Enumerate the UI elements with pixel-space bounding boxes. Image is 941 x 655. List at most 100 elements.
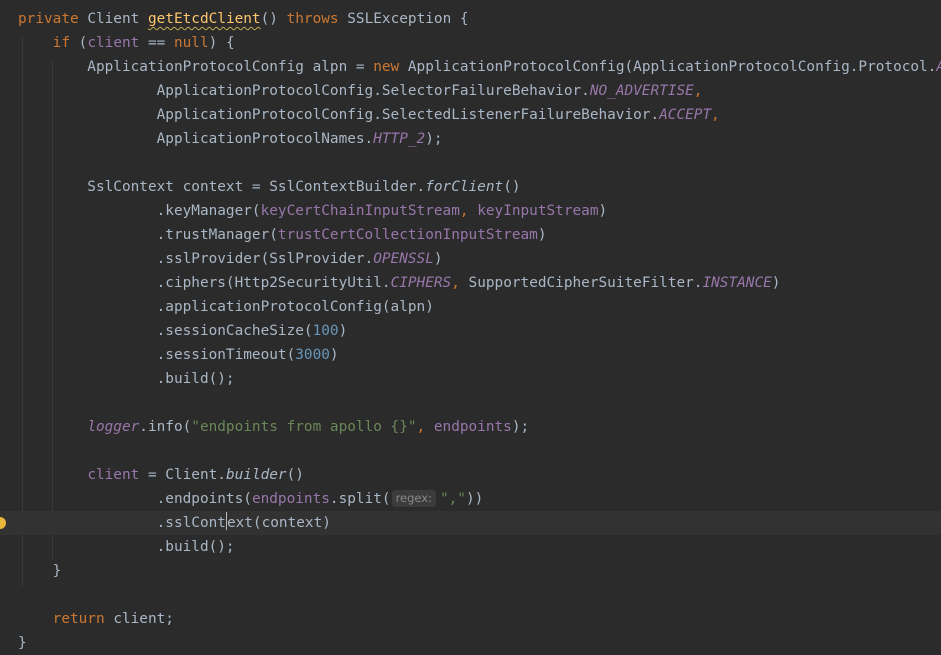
- code-token: .sessionCacheSize(: [18, 323, 313, 339]
- code-line[interactable]: [0, 151, 941, 175]
- code-token: trustCertCollectionInputStream: [277, 227, 538, 243]
- code-token: = Client.: [147, 467, 226, 483]
- code-token: ALPN: [936, 59, 941, 75]
- code-line[interactable]: .trustManager(trustCertCollectionInputSt…: [0, 223, 941, 247]
- code-token: }: [18, 563, 62, 579]
- code-line[interactable]: return client;: [0, 607, 941, 631]
- code-line[interactable]: if (client == null) {: [0, 31, 941, 55]
- code-token: )): [465, 491, 484, 507]
- code-line[interactable]: private Client getEtcdClient() throws SS…: [0, 7, 941, 31]
- code-line[interactable]: SslContext context = SslContextBuilder.f…: [0, 175, 941, 199]
- code-token: .keyManager(: [18, 203, 261, 219]
- code-token: .sslCont: [18, 515, 226, 531]
- code-text: return client;: [18, 607, 174, 631]
- code-token: (): [286, 467, 304, 483]
- code-line[interactable]: ApplicationProtocolNames.HTTP_2);: [0, 127, 941, 151]
- code-text: ApplicationProtocolConfig.SelectorFailur…: [18, 79, 703, 103]
- parameter-hint: regex:: [391, 490, 436, 507]
- code-token: keyCertChainInputStream: [260, 203, 460, 219]
- code-token: builder: [225, 467, 287, 483]
- code-line[interactable]: ApplicationProtocolConfig.SelectedListen…: [0, 103, 941, 127]
- code-token: ==: [147, 35, 174, 51]
- code-token: client: [87, 35, 148, 51]
- code-token: .ciphers(Http2SecurityUtil.: [18, 275, 391, 291]
- code-line[interactable]: [0, 439, 941, 463]
- code-token: .sslProvider(SslProvider.: [18, 251, 374, 267]
- code-text: client = Client.builder(): [18, 463, 304, 487]
- code-line[interactable]: logger.info("endpoints from apollo {}", …: [0, 415, 941, 439]
- code-line[interactable]: ApplicationProtocolConfig alpn = new App…: [0, 55, 941, 79]
- code-text: .ciphers(Http2SecurityUtil.CIPHERS, Supp…: [18, 271, 781, 295]
- code-token: keyInputStream: [477, 203, 599, 219]
- code-token: if: [52, 35, 79, 51]
- code-token: logger: [87, 419, 140, 435]
- code-text: .sessionCacheSize(100): [18, 319, 348, 343]
- code-text: .applicationProtocolConfig(alpn): [18, 295, 434, 319]
- code-text: if (client == null) {: [18, 31, 235, 55]
- code-line[interactable]: [0, 583, 941, 607]
- code-token: private: [18, 11, 88, 27]
- code-line[interactable]: .build();: [0, 535, 941, 559]
- code-token: ): [433, 251, 443, 267]
- code-line[interactable]: .applicationProtocolConfig(alpn): [0, 295, 941, 319]
- code-token: ext(context): [226, 515, 331, 531]
- code-token: endpoints: [433, 419, 512, 435]
- code-token: ): [338, 323, 348, 339]
- code-token: OPENSSL: [373, 251, 434, 267]
- code-token: 3000: [295, 347, 330, 363]
- code-text: .build();: [18, 535, 235, 559]
- code-token: .sessionTimeout(: [18, 347, 296, 363]
- code-token: ",": [439, 491, 466, 507]
- code-token: HTTP_2: [373, 131, 426, 147]
- code-token: ): [537, 227, 547, 243]
- code-text: ApplicationProtocolNames.HTTP_2);: [18, 127, 443, 151]
- code-token: client;: [113, 611, 174, 627]
- lightbulb-icon[interactable]: [0, 517, 6, 529]
- code-line[interactable]: .sessionTimeout(3000): [0, 343, 941, 367]
- code-text: .endpoints(endpoints.split(regex: ",")): [18, 487, 483, 511]
- code-line[interactable]: }: [0, 631, 941, 655]
- code-token: .split(: [329, 491, 391, 507]
- code-line[interactable]: client = Client.builder(): [0, 463, 941, 487]
- code-token: SslContext context = SslContextBuilder.: [18, 179, 426, 195]
- code-token: INSTANCE: [702, 275, 772, 291]
- code-text: .trustManager(trustCertCollectionInputSt…: [18, 223, 547, 247]
- code-token: SSLException {: [347, 11, 469, 27]
- code-token: client: [87, 467, 148, 483]
- code-line[interactable]: .sslProvider(SslProvider.OPENSSL): [0, 247, 941, 271]
- code-token: ApplicationProtocolConfig alpn =: [18, 59, 374, 75]
- code-line[interactable]: .endpoints(endpoints.split(regex: ",")): [0, 487, 941, 511]
- code-text: SslContext context = SslContextBuilder.f…: [18, 175, 521, 199]
- code-token: }: [18, 635, 27, 651]
- code-token: ,: [451, 275, 469, 291]
- code-line[interactable]: }: [0, 559, 941, 583]
- code-text: private Client getEtcdClient() throws SS…: [18, 7, 469, 31]
- code-line[interactable]: .sessionCacheSize(100): [0, 319, 941, 343]
- code-token: (): [503, 179, 521, 195]
- code-token: "endpoints from apollo {}": [191, 419, 417, 435]
- code-token: ApplicationProtocolConfig(ApplicationPro…: [407, 59, 937, 75]
- code-text: ApplicationProtocolConfig alpn = new App…: [18, 55, 941, 79]
- code-token: ): [598, 203, 608, 219]
- code-token: 100: [312, 323, 339, 339]
- code-line[interactable]: .sslContext(context): [0, 511, 941, 535]
- code-token: CIPHERS: [390, 275, 452, 291]
- code-token: ,: [711, 107, 720, 123]
- code-token: forClient: [425, 179, 504, 195]
- code-token: (): [260, 11, 287, 27]
- code-token: Client: [87, 11, 148, 27]
- code-line[interactable]: .build();: [0, 367, 941, 391]
- code-token: SupportedCipherSuiteFilter.: [468, 275, 703, 291]
- code-token: endpoints: [251, 491, 330, 507]
- code-text: .build();: [18, 367, 235, 391]
- code-line[interactable]: ApplicationProtocolConfig.SelectorFailur…: [0, 79, 941, 103]
- code-token: ApplicationProtocolConfig.SelectedListen…: [18, 107, 660, 123]
- code-token: .build();: [18, 371, 235, 387]
- code-line[interactable]: [0, 391, 941, 415]
- code-line[interactable]: .keyManager(keyCertChainInputStream, key…: [0, 199, 941, 223]
- code-token: ,: [459, 203, 478, 219]
- code-line[interactable]: .ciphers(Http2SecurityUtil.CIPHERS, Supp…: [0, 271, 941, 295]
- code-editor[interactable]: private Client getEtcdClient() throws SS…: [0, 0, 941, 651]
